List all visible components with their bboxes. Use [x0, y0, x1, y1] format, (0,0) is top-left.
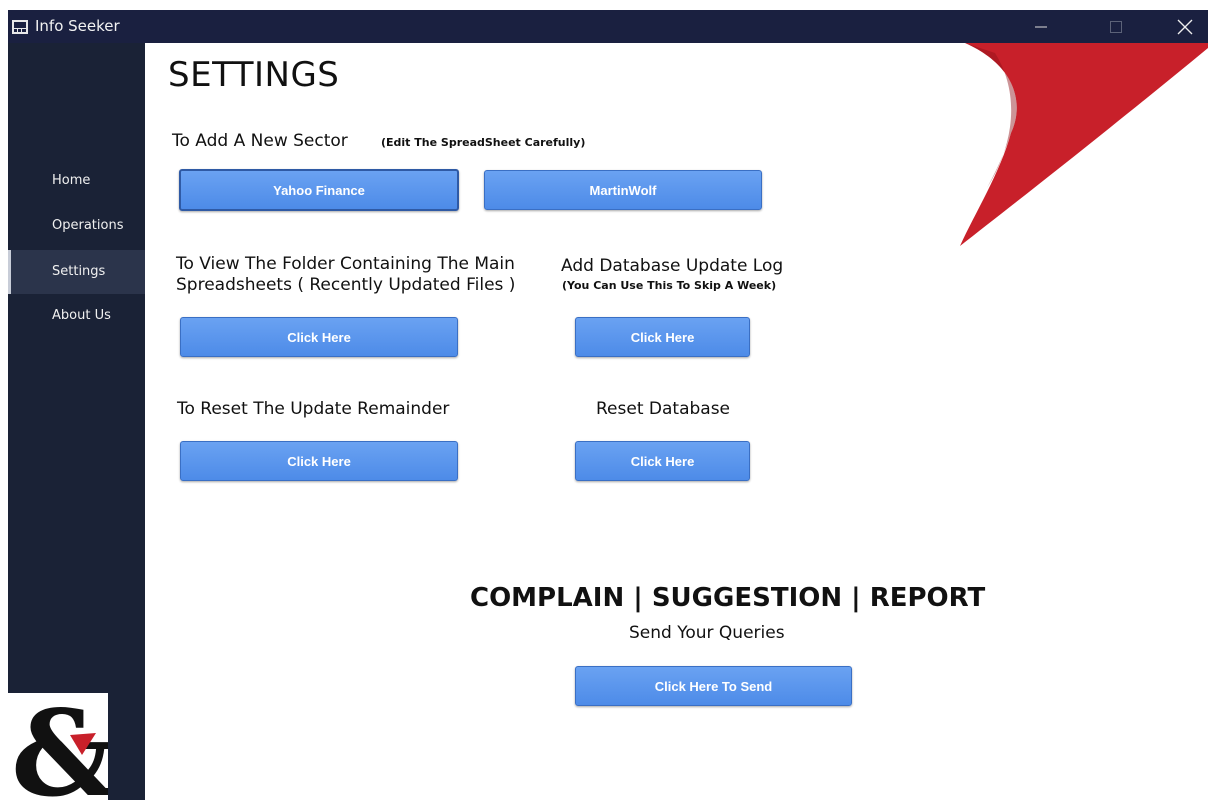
minimize-button[interactable]	[1018, 10, 1064, 43]
update-log-note: (You Can Use This To Skip A Week)	[562, 279, 777, 292]
maximize-icon	[1110, 20, 1122, 33]
sidebar-item-about-us[interactable]: About Us	[8, 294, 145, 338]
view-folder-button[interactable]: Click Here	[180, 317, 458, 357]
sidebar: Home Operations Settings About Us &	[8, 43, 145, 804]
reset-reminder-button[interactable]: Click Here	[180, 441, 458, 481]
app-icon	[12, 19, 28, 34]
view-folder-heading: To View The Folder Containing The Main S…	[176, 254, 515, 296]
reset-reminder-heading: To Reset The Update Remainder	[177, 399, 450, 419]
update-log-heading: Add Database Update Log	[561, 256, 784, 276]
svg-text:&: &	[11, 693, 108, 800]
view-folder-heading-line2: Spreadsheets ( Recently Updated Files )	[176, 275, 516, 295]
sidebar-item-home[interactable]: Home	[8, 159, 145, 203]
sidebar-item-operations[interactable]: Operations	[8, 204, 145, 248]
window-frame-edge	[0, 0, 8, 800]
reset-database-heading: Reset Database	[596, 399, 731, 419]
add-sector-note: (Edit The SpreadSheet Carefully)	[381, 136, 586, 149]
reset-database-button[interactable]: Click Here	[575, 441, 750, 481]
send-query-button[interactable]: Click Here To Send	[575, 666, 852, 706]
maximize-button[interactable]	[1093, 10, 1139, 43]
feedback-subheading: Send Your Queries	[629, 623, 785, 643]
settings-panel: SETTINGS To Add A New Sector (Edit The S…	[145, 43, 1208, 800]
page-title: SETTINGS	[168, 55, 340, 95]
window-title: Info Seeker	[35, 17, 120, 35]
update-log-button[interactable]: Click Here	[575, 317, 750, 357]
view-folder-heading-line1: To View The Folder Containing The Main	[176, 254, 515, 274]
title-bar: Info Seeker	[8, 10, 1208, 43]
add-sector-heading: To Add A New Sector	[172, 131, 348, 151]
close-button[interactable]	[1162, 10, 1208, 43]
sidebar-item-settings[interactable]: Settings	[8, 250, 145, 294]
martinwolf-button[interactable]: MartinWolf	[484, 170, 762, 210]
brand-logo: &	[8, 684, 118, 804]
yahoo-finance-button[interactable]: Yahoo Finance	[179, 169, 459, 211]
minimize-icon	[1035, 26, 1047, 27]
close-icon	[1177, 19, 1193, 34]
feedback-heading: COMPLAIN | SUGGESTION | REPORT	[470, 583, 986, 613]
